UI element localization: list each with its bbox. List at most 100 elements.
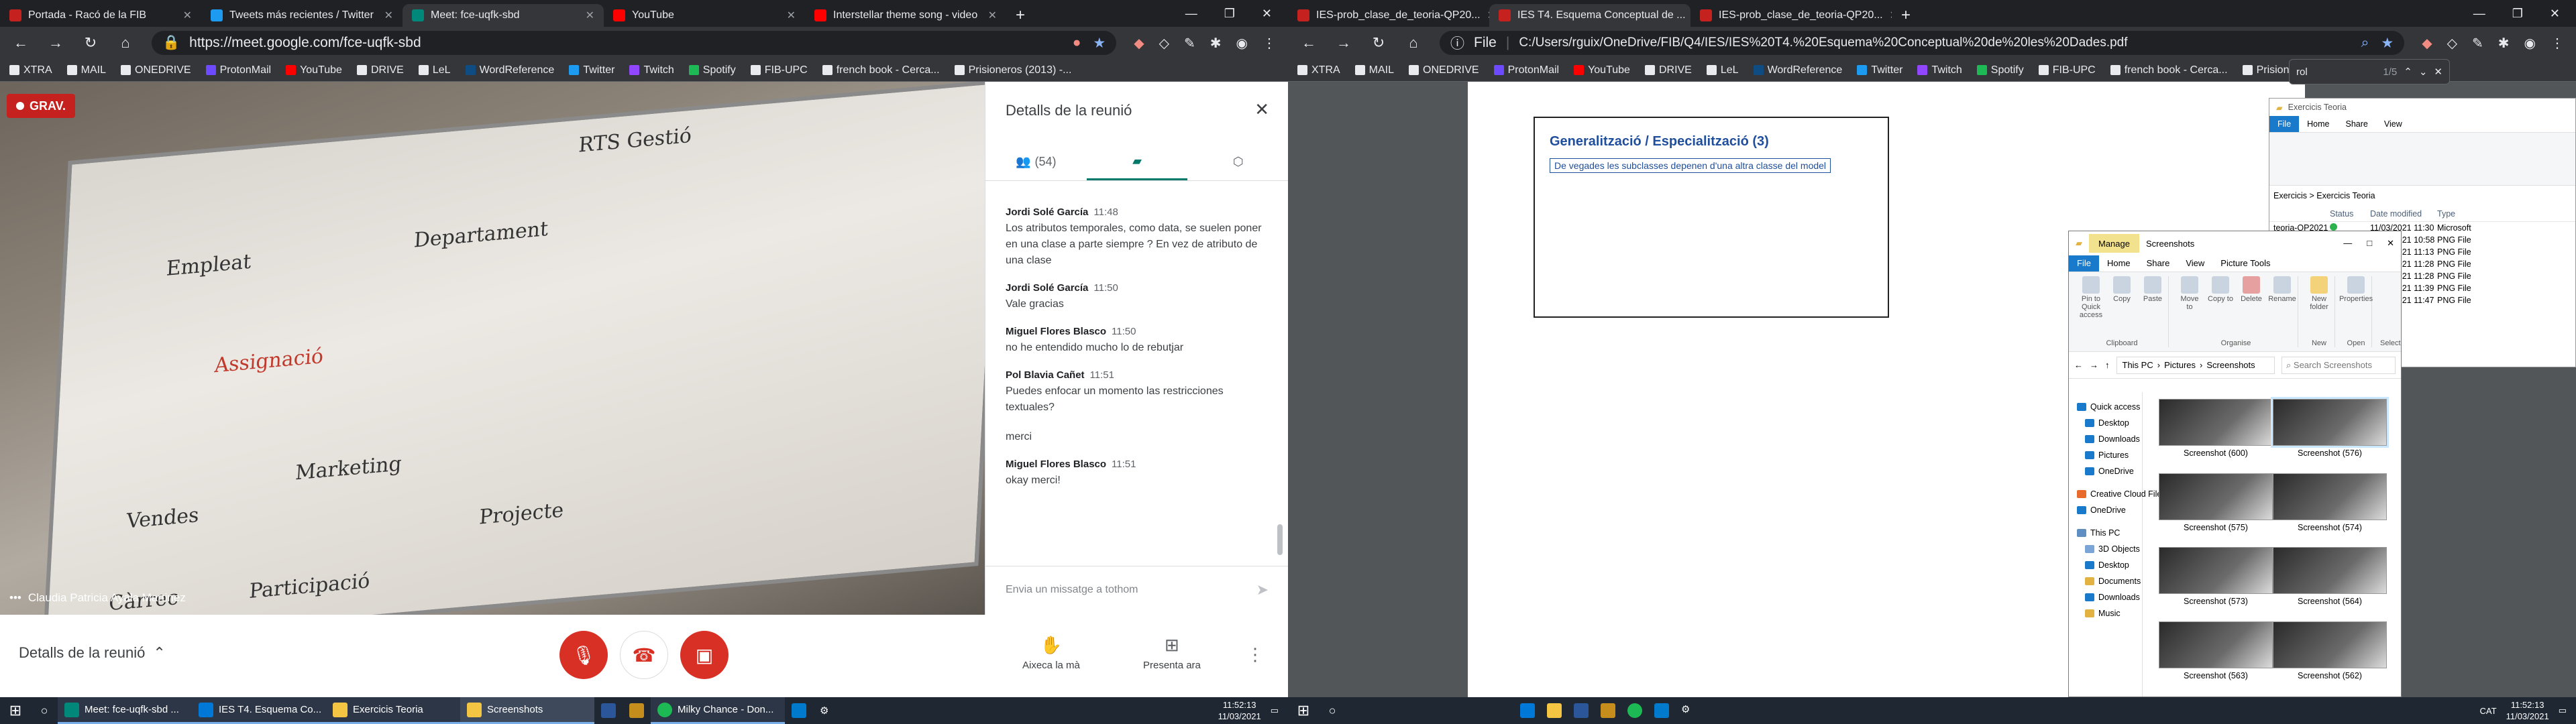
menu-icon[interactable]: ⋮ [2551, 35, 2564, 52]
paste-button[interactable]: Paste [2140, 276, 2165, 319]
bookmark[interactable]: french book - Cerca... [2110, 64, 2228, 76]
profile-avatar[interactable]: ◉ [1236, 35, 1248, 52]
bookmark[interactable]: FIB-UPC [750, 64, 808, 76]
browser-tab[interactable]: IES-prob_clase_de_teoria-QP20...✕ [1690, 4, 1892, 27]
camera-off-button[interactable]: ▣ [680, 631, 729, 679]
rename-button[interactable]: Rename [2268, 276, 2296, 311]
manage-context-tab[interactable]: Manage [2089, 234, 2139, 253]
tab-file[interactable]: File [2269, 116, 2300, 132]
tab-people[interactable]: 👥 (54) [985, 143, 1087, 180]
tab-view[interactable]: View [2178, 255, 2212, 272]
thumbnail-item[interactable]: Screenshot (573) [2159, 547, 2273, 616]
star-icon[interactable]: ★ [1093, 35, 1106, 52]
bookmark[interactable]: Spotify [1976, 64, 2024, 76]
back-icon[interactable]: ← [1300, 34, 1318, 52]
bookmark[interactable]: Twitch [1917, 64, 1962, 76]
move-to-button[interactable]: Move to [2177, 276, 2202, 311]
address-bar[interactable]: 🔒 https://meet.google.com/fce-uqfk-sbd ●… [152, 31, 1117, 55]
browser-tab[interactable]: IES-prob_clase_de_teoria-QP20...✕ [1288, 4, 1489, 27]
new-tab-button[interactable]: + [1892, 4, 1920, 27]
find-close-icon[interactable]: ✕ [2434, 66, 2443, 78]
bookmark[interactable]: ProtonMail [205, 64, 271, 76]
more-dots-icon[interactable]: ••• [9, 591, 21, 605]
tab-home[interactable]: Home [2299, 116, 2337, 132]
taskbar-item[interactable]: ⚙ [813, 697, 835, 724]
bookmark[interactable]: WordReference [465, 64, 554, 76]
search-icon[interactable]: ○ [1319, 704, 1346, 718]
bookmark[interactable]: MAIL [1354, 64, 1394, 76]
taskbar-item[interactable]: IES T4. Esquema Co... [192, 697, 326, 724]
tab-share[interactable]: Share [2139, 255, 2178, 272]
browser-tab-active[interactable]: IES T4. Esquema Conceptual de ...✕ [1489, 4, 1690, 27]
word-icon[interactable] [1574, 703, 1589, 718]
new-tab-button[interactable]: + [1006, 4, 1034, 27]
up-icon[interactable]: ↑ [2105, 360, 2110, 370]
close-window-icon[interactable]: ✕ [2387, 238, 2394, 249]
meeting-details-button[interactable]: Detalls de la reunió ⌃ [19, 644, 166, 662]
hang-up-button[interactable]: ☎ [620, 631, 668, 679]
forward-icon[interactable]: → [1335, 34, 1352, 52]
spotify-icon[interactable] [1627, 703, 1642, 718]
address-bar[interactable]: ⓘ File | C:/Users/rguix/OneDrive/FIB/Q4/… [1440, 31, 2405, 55]
maximize-icon[interactable]: □ [2367, 238, 2372, 249]
new-folder-button[interactable]: New folder [2306, 276, 2332, 311]
minimize-icon[interactable]: — [2343, 238, 2352, 249]
close-window-icon[interactable]: ✕ [2550, 7, 2560, 21]
nav-item[interactable]: 3D Objects [2069, 541, 2142, 557]
tab-chat[interactable]: ▰ [1086, 143, 1188, 180]
back-icon[interactable]: ← [12, 34, 30, 52]
windows-start-icon[interactable]: ⊞ [0, 702, 31, 719]
mic-off-button[interactable]: 🎙 [559, 631, 608, 679]
bookmark[interactable]: YouTube [286, 64, 342, 76]
nav-item[interactable]: Downloads [2069, 589, 2142, 605]
breadcrumb-item[interactable]: This PC [2123, 360, 2153, 370]
extension-icon[interactable]: ◆ [2422, 35, 2432, 52]
bookmark[interactable]: MAIL [66, 64, 106, 76]
vscode-icon[interactable] [1654, 703, 1669, 718]
close-panel-icon[interactable]: ✕ [1254, 99, 1269, 120]
bookmark[interactable]: Prisioneros (2013) -... [954, 64, 1071, 76]
bookmark[interactable]: DRIVE [356, 64, 404, 76]
close-tab-icon[interactable]: ✕ [787, 9, 796, 22]
copy-button[interactable]: Copy [2109, 276, 2135, 319]
folder-icon[interactable] [1547, 703, 1562, 718]
minimize-icon[interactable]: — [2473, 7, 2485, 21]
bookmark[interactable]: Twitter [569, 64, 614, 76]
back-icon[interactable]: ← [2074, 360, 2083, 370]
taskbar-item[interactable]: Exercicis Teoria [326, 697, 460, 724]
browser-tab-active[interactable]: Meet: fce-uqfk-sbd ✕ [402, 4, 604, 27]
star-icon[interactable]: ★ [2381, 35, 2394, 52]
bookmark[interactable]: XTRA [9, 64, 52, 76]
profile-avatar[interactable]: ◉ [2524, 35, 2536, 52]
home-icon[interactable]: ⌂ [1405, 34, 1422, 52]
tab-activities[interactable]: ⬡ [1187, 143, 1288, 180]
breadcrumb[interactable]: This PC › Pictures › Screenshots [2116, 356, 2275, 374]
taskbar-item[interactable]: Meet: fce-uqfk-sbd ... [58, 697, 192, 724]
thumbnail-item[interactable]: Screenshot (575) [2159, 473, 2273, 542]
bookmark[interactable]: french book - Cerca... [822, 64, 940, 76]
bookmark[interactable]: ProtonMail [1493, 64, 1559, 76]
column-date[interactable]: Date modified [2370, 209, 2437, 219]
copy-to-button[interactable]: Copy to [2208, 276, 2233, 311]
find-prev-icon[interactable]: ⌃ [2404, 66, 2412, 78]
puzzle-icon[interactable]: ✱ [1210, 35, 1222, 52]
breadcrumb-item[interactable]: Screenshots [2206, 360, 2255, 370]
nav-item[interactable]: Documents [2069, 573, 2142, 589]
bookmark[interactable]: Spotify [688, 64, 736, 76]
bookmark[interactable]: DRIVE [1644, 64, 1692, 76]
close-window-icon[interactable]: ✕ [1262, 7, 1272, 21]
extension-icon[interactable]: ◇ [2447, 35, 2457, 52]
taskbar-item[interactable]: Milky Chance - Don... [651, 697, 785, 724]
nav-item[interactable]: Quick access [2069, 399, 2142, 415]
thumbnail-item[interactable]: Screenshot (564) [2273, 547, 2387, 616]
maximize-icon[interactable]: ❐ [2512, 7, 2523, 21]
puzzle-icon[interactable]: ✱ [2498, 35, 2510, 52]
notifications-icon[interactable]: ▭ [1271, 705, 1279, 716]
close-tab-icon[interactable]: ✕ [988, 9, 997, 22]
nav-item[interactable]: OneDrive [2069, 463, 2142, 479]
close-tab-icon[interactable]: ✕ [586, 9, 594, 22]
find-next-icon[interactable]: ⌄ [2419, 66, 2428, 78]
nav-item[interactable]: Creative Cloud Files [2069, 486, 2166, 502]
search-icon[interactable]: ○ [31, 704, 58, 718]
send-icon[interactable]: ➤ [1256, 581, 1269, 599]
